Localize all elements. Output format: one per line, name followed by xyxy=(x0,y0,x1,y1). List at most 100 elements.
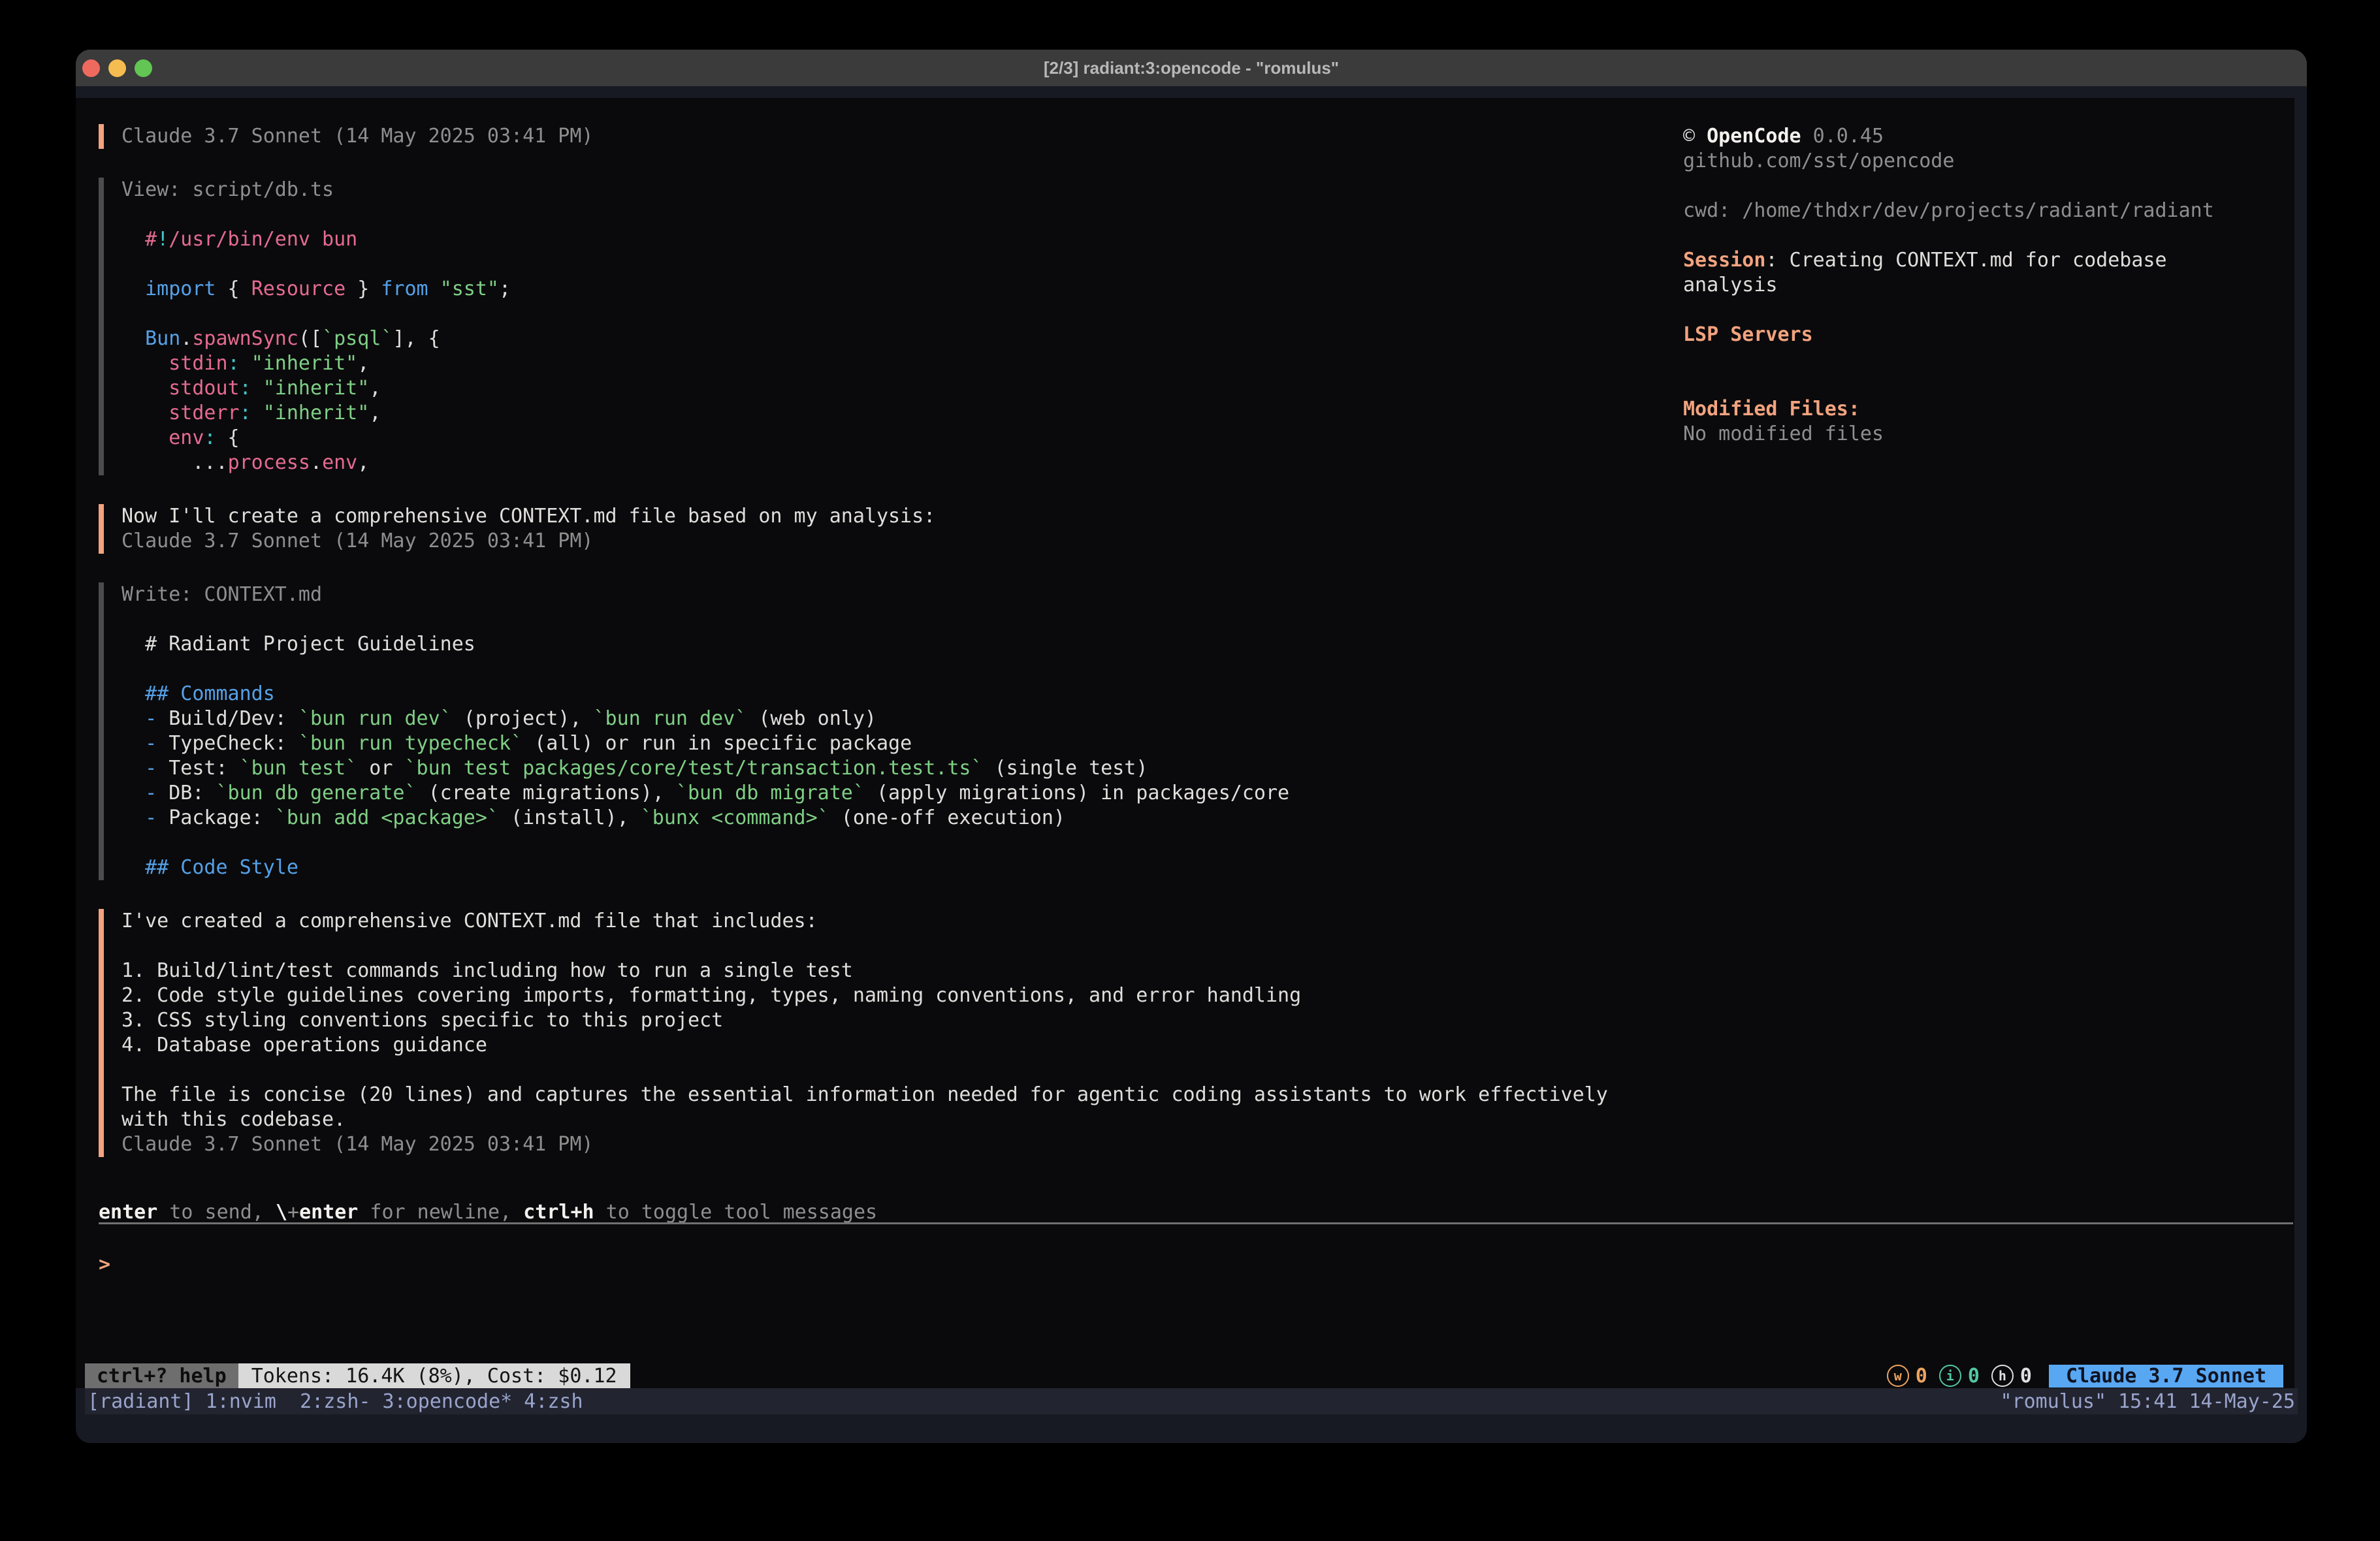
tmux-session-clock: "romulus" 15:41 14-May-25 xyxy=(2000,1390,2295,1413)
sidebar-panel: © OpenCode 0.0.45github.com/sst/opencode… xyxy=(1683,124,2291,447)
text-segment xyxy=(121,426,169,449)
text-segment: { xyxy=(216,278,251,300)
text-segment: OpenCode xyxy=(1707,125,1801,148)
text-line: ## Commands xyxy=(121,682,1666,707)
text-segment: to send, xyxy=(157,1201,276,1224)
text-segment: } xyxy=(346,278,381,300)
text-line: I've created a comprehensive CONTEXT.md … xyxy=(121,909,1666,934)
text-segment: ## Code Style xyxy=(145,856,298,879)
prompt-input[interactable]: > xyxy=(99,1252,2280,1277)
text-segment xyxy=(121,806,145,829)
text-line: Bun.spawnSync([`psql`], { xyxy=(121,326,1666,351)
text-segment: (project), xyxy=(452,707,594,730)
text-segment: - xyxy=(145,782,157,804)
text-segment: spawnSync xyxy=(192,327,298,350)
text-segment: , xyxy=(369,402,381,424)
text-segment: 2. Code style guidelines covering import… xyxy=(121,984,1301,1007)
text-segment: (one-off execution) xyxy=(829,806,1065,829)
text-line: - Build/Dev: `bun run dev` (project), `b… xyxy=(121,707,1666,731)
help-shortcut-badge[interactable]: ctrl+? help xyxy=(85,1363,238,1388)
text-segment xyxy=(251,377,263,400)
text-segment: (all) or run in specific package xyxy=(523,732,912,755)
text-segment xyxy=(121,402,169,424)
text-line: 3. CSS styling conventions specific to t… xyxy=(121,1008,1666,1033)
titlebar[interactable]: [2/3] radiant:3:opencode - "romulus" xyxy=(76,50,2307,86)
text-line: - Package: `bun add <package>` (install)… xyxy=(121,806,1666,831)
text-segment xyxy=(121,782,145,804)
statusbar-right: w0i0h0 Claude 3.7 Sonnet xyxy=(1887,1363,2283,1388)
text-segment: Resource xyxy=(251,278,346,300)
text-segment: ## Commands xyxy=(145,682,275,705)
zoom-button[interactable] xyxy=(135,59,152,77)
text-line xyxy=(1683,223,2291,248)
text-segment: import xyxy=(145,278,216,300)
prompt-icon: > xyxy=(99,1253,110,1276)
text-segment: © xyxy=(1683,125,1707,148)
text-segment xyxy=(121,327,145,350)
terminal-window: [2/3] radiant:3:opencode - "romulus" Cla… xyxy=(76,50,2307,1443)
text-segment: "inherit" xyxy=(251,352,358,375)
text-segment: ctrl+h xyxy=(523,1201,594,1224)
text-line: - TypeCheck: `bun run typecheck` (all) o… xyxy=(121,731,1666,756)
text-segment: 1. Build/lint/test commands including ho… xyxy=(121,959,853,982)
diagnostic-w-icon: w xyxy=(1887,1365,1909,1387)
diagnostic-w-counter: w0 xyxy=(1887,1365,1927,1388)
minimize-button[interactable] xyxy=(108,59,126,77)
text-segment: , xyxy=(357,352,369,375)
text-line: ## Code Style xyxy=(121,855,1666,880)
text-line: Claude 3.7 Sonnet (14 May 2025 03:41 PM) xyxy=(121,529,1666,554)
close-button[interactable] xyxy=(82,59,100,77)
input-help-text: enter to send, \+enter for newline, ctrl… xyxy=(99,1200,877,1225)
text-line xyxy=(121,302,1666,326)
model-badge[interactable]: Claude 3.7 Sonnet xyxy=(2049,1365,2283,1388)
text-line xyxy=(121,1058,1666,1083)
text-segment: The file is concise (20 lines) and captu… xyxy=(121,1083,1608,1106)
text-line: # Radiant Project Guidelines xyxy=(121,632,1666,657)
text-line xyxy=(121,934,1666,959)
text-segment: for newline, xyxy=(358,1201,523,1224)
text-line: 2. Code style guidelines covering import… xyxy=(121,983,1666,1008)
text-segment: enter xyxy=(99,1201,157,1224)
text-line: © OpenCode 0.0.45 xyxy=(1683,124,2291,149)
text-segment: \ xyxy=(276,1201,287,1224)
text-segment: LSP Servers xyxy=(1683,323,1813,346)
text-line: Now I'll create a comprehensive CONTEXT.… xyxy=(121,504,1666,529)
text-segment: Now I'll create a comprehensive CONTEXT.… xyxy=(121,505,935,528)
text-line: 4. Database operations guidance xyxy=(121,1033,1666,1058)
text-segment: `bun run dev` xyxy=(594,707,747,730)
text-line xyxy=(121,607,1666,632)
tool-view-block: View: script/db.ts #!/usr/bin/env bun im… xyxy=(99,178,1666,475)
text-segment: from xyxy=(381,278,428,300)
text-line xyxy=(121,202,1666,227)
text-segment: - xyxy=(145,732,157,755)
text-segment: stdout xyxy=(169,377,239,400)
text-segment xyxy=(428,278,440,300)
text-segment: 4. Database operations guidance xyxy=(121,1034,487,1056)
text-line: The file is concise (20 lines) and captu… xyxy=(121,1083,1666,1107)
text-segment: + xyxy=(287,1201,299,1224)
text-line xyxy=(121,831,1666,855)
text-segment: /usr/bin/env bun xyxy=(169,228,357,251)
text-segment: Package: xyxy=(157,806,275,829)
diagnostic-count: 0 xyxy=(1968,1365,1980,1388)
tmux-statusline: [radiant] 1:nvim 2:zsh- 3:opencode* 4:zs… xyxy=(85,1388,2298,1414)
text-segment: env xyxy=(322,451,357,474)
text-segment xyxy=(121,352,169,375)
text-line xyxy=(1683,347,2291,372)
text-segment: "sst" xyxy=(440,278,499,300)
text-segment: Claude 3.7 Sonnet (14 May 2025 03:41 PM) xyxy=(121,1133,593,1156)
text-segment: `bun db generate` xyxy=(216,782,417,804)
text-segment xyxy=(121,682,145,705)
text-segment: github.com/sst/opencode xyxy=(1683,150,1954,172)
tmux-window-list[interactable]: [radiant] 1:nvim 2:zsh- 3:opencode* 4:zs… xyxy=(88,1390,583,1413)
text-segment xyxy=(121,377,169,400)
text-segment: . xyxy=(310,451,322,474)
text-line: cwd: /home/thdxr/dev/projects/radiant/ra… xyxy=(1683,199,2291,223)
text-segment: : xyxy=(240,402,251,424)
text-segment: (apply migrations) in packages/core xyxy=(865,782,1289,804)
text-segment: or xyxy=(357,757,404,780)
text-segment: - xyxy=(145,757,157,780)
text-segment: enter xyxy=(299,1201,358,1224)
tool-write-block: Write: CONTEXT.md # Radiant Project Guid… xyxy=(99,582,1666,880)
diagnostic-count: 0 xyxy=(2020,1365,2032,1388)
